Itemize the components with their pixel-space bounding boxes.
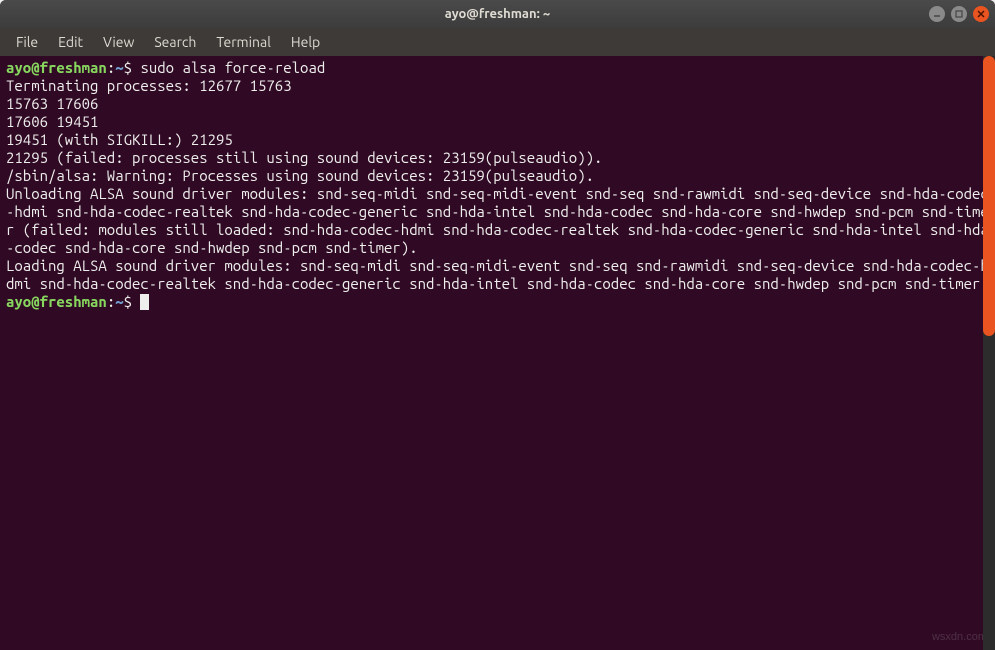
prompt-colon: :: [107, 293, 115, 310]
output-line: 21295 (failed: processes still using sou…: [6, 149, 602, 166]
window-controls: [929, 6, 989, 22]
menu-help[interactable]: Help: [281, 30, 330, 54]
prompt-user-host: ayo@freshman: [6, 59, 107, 76]
menu-search[interactable]: Search: [144, 30, 206, 54]
terminal-body[interactable]: ayo@freshman:~$ sudo alsa force-reload T…: [0, 56, 995, 650]
titlebar[interactable]: ayo@freshman: ~: [0, 0, 995, 28]
prompt-path: ~: [115, 59, 123, 76]
menu-terminal[interactable]: Terminal: [206, 30, 281, 54]
entered-command: sudo alsa force-reload: [140, 59, 325, 76]
scrollbar[interactable]: [983, 56, 995, 650]
minimize-button[interactable]: [929, 6, 945, 22]
output-line: 17606 19451: [6, 113, 98, 130]
window-title: ayo@freshman: ~: [445, 7, 550, 21]
menu-file[interactable]: File: [6, 30, 48, 54]
terminal-window: ayo@freshman: ~ File Edit View Search Te…: [0, 0, 995, 650]
maximize-button[interactable]: [951, 6, 967, 22]
output-line: 15763 17606: [6, 95, 98, 112]
cursor: [140, 294, 149, 310]
prompt-symbol: $: [124, 59, 132, 76]
watermark: wsxdn.com: [932, 628, 987, 646]
output-line: 19451 (with SIGKILL:) 21295: [6, 131, 233, 148]
output-line: /sbin/alsa: Warning: Processes using sou…: [6, 167, 594, 184]
prompt-symbol: $: [124, 293, 132, 310]
prompt-user-host: ayo@freshman: [6, 293, 107, 310]
close-button[interactable]: [973, 6, 989, 22]
output-line: Unloading ALSA sound driver modules: snd…: [6, 185, 989, 256]
scrollbar-thumb[interactable]: [983, 56, 995, 336]
prompt-path: ~: [115, 293, 123, 310]
output-line: Loading ALSA sound driver modules: snd-s…: [6, 257, 989, 292]
menu-edit[interactable]: Edit: [48, 30, 93, 54]
menubar: File Edit View Search Terminal Help: [0, 28, 995, 56]
prompt-colon: :: [107, 59, 115, 76]
menu-view[interactable]: View: [93, 30, 144, 54]
output-line: Terminating processes: 12677 15763: [6, 77, 292, 94]
